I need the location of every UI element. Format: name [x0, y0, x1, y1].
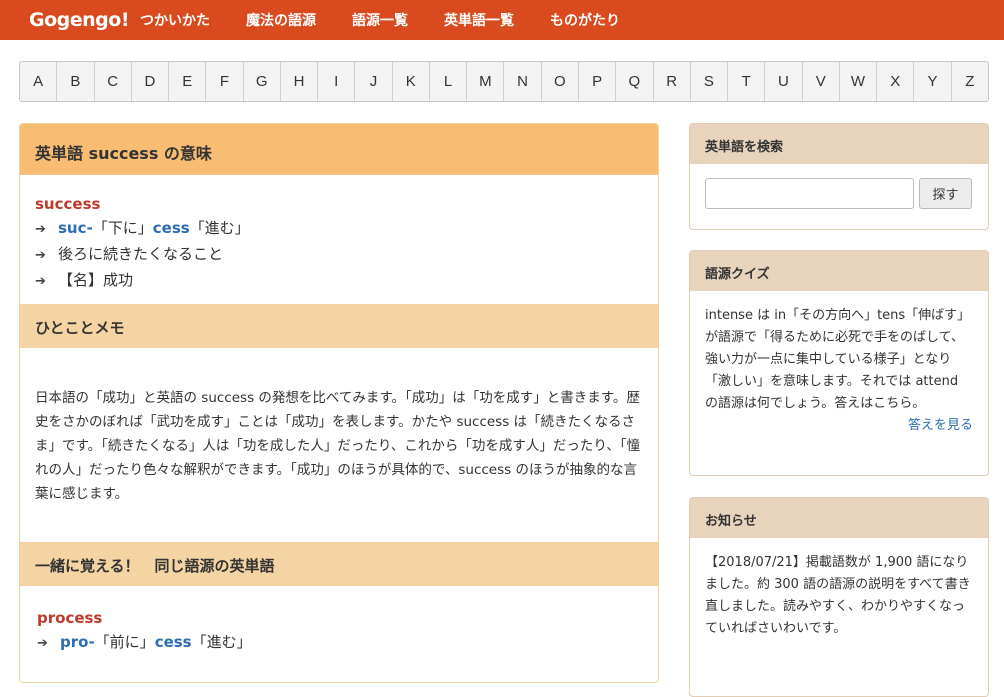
- alphabet-letter[interactable]: N: [504, 62, 542, 101]
- alphabet-letter[interactable]: W: [840, 62, 878, 101]
- arrow-right-icon: ➔: [37, 636, 48, 651]
- alphabet-letter[interactable]: S: [691, 62, 729, 101]
- nav-link-stories[interactable]: ものがたり: [550, 10, 620, 30]
- news-box: お知らせ 【2018/07/21】掲載語数が 1,900 語になりました。約 3…: [689, 497, 989, 697]
- alphabet-letter[interactable]: B: [57, 62, 95, 101]
- quiz-heading: 語源クイズ: [690, 251, 988, 291]
- quiz-answer-link[interactable]: 答えを見る: [705, 415, 973, 437]
- search-form: 探す: [690, 164, 988, 223]
- related-stem-link[interactable]: cess: [155, 633, 192, 651]
- alphabet-letter[interactable]: R: [654, 62, 691, 101]
- alphabet-letter[interactable]: D: [132, 62, 170, 101]
- alphabet-letter[interactable]: H: [281, 62, 319, 101]
- definition-line: ➔ 【名】成功: [35, 268, 643, 294]
- quiz-box: 語源クイズ intense は in「その方向へ」tens「伸ばす」が語源で「得…: [689, 250, 989, 476]
- quiz-content: intense は in「その方向へ」tens「伸ばす」が語源で「得るために必死…: [690, 291, 988, 447]
- related-etymology-line: ➔ pro-「前に」cess「進む」: [37, 630, 641, 656]
- etymology-line: ➔ suc-「下に」cess「進む」: [35, 216, 643, 242]
- alphabet-letter[interactable]: U: [765, 62, 803, 101]
- alphabet-letter[interactable]: Z: [952, 62, 988, 101]
- related-word-link[interactable]: process: [37, 606, 641, 630]
- alphabet-letter[interactable]: O: [542, 62, 579, 101]
- alphabet-letter[interactable]: F: [206, 62, 244, 101]
- arrow-right-icon: ➔: [35, 222, 46, 237]
- search-heading: 英単語を検索: [690, 124, 988, 164]
- alphabet-letter[interactable]: I: [318, 62, 356, 101]
- alphabet-letter[interactable]: E: [169, 62, 207, 101]
- same-root-list: process ➔ pro-「前に」cess「進む」: [20, 586, 658, 656]
- nav-link-word-list[interactable]: 英単語一覧: [444, 10, 514, 30]
- alphabet-letter[interactable]: M: [467, 62, 505, 101]
- same-root-heading: 一緒に覚える！ 同じ語源の英単語: [20, 542, 658, 586]
- meaning-text: 後ろに続きたくなること: [58, 245, 224, 263]
- arrow-right-icon: ➔: [35, 248, 46, 263]
- alphabet-letter[interactable]: Q: [616, 62, 654, 101]
- alphabet-letter[interactable]: A: [20, 62, 58, 101]
- alphabet-letter[interactable]: T: [728, 62, 766, 101]
- alphabet-letter[interactable]: K: [393, 62, 430, 101]
- headword: success: [35, 195, 101, 213]
- related-stem-meaning: 「進む」: [191, 633, 252, 651]
- news-text: 【2018/07/21】掲載語数が 1,900 語になりました。約 300 語の…: [705, 555, 971, 636]
- memo-heading: ひとことメモ: [20, 304, 658, 348]
- search-input[interactable]: [705, 178, 914, 209]
- alphabet-index: A B C D E F G H I J K L M N O P Q R S T …: [19, 61, 989, 102]
- alphabet-letter[interactable]: L: [430, 62, 468, 101]
- stem-link[interactable]: cess: [153, 219, 190, 237]
- memo-text: 日本語の「成功」と英語の success の発想を比べてみます。「成功」は「功を…: [35, 390, 641, 502]
- top-navigation: Gogengo! つかいかた 魔法の語源 語源一覧 英単語一覧 ものがたり: [0, 0, 1004, 40]
- related-prefix-link[interactable]: pro-: [60, 633, 95, 651]
- alphabet-letter[interactable]: C: [95, 62, 132, 101]
- arrow-right-icon: ➔: [35, 274, 46, 289]
- search-button[interactable]: 探す: [919, 178, 972, 209]
- nav-link-etymology-list[interactable]: 語源一覧: [352, 10, 408, 30]
- nav-link-howto[interactable]: つかいかた: [140, 10, 210, 30]
- alphabet-letter[interactable]: V: [803, 62, 840, 101]
- alphabet-letter[interactable]: P: [579, 62, 617, 101]
- nav-link-magic-etymology[interactable]: 魔法の語源: [246, 10, 316, 30]
- meaning-line: ➔ 後ろに続きたくなること: [35, 242, 643, 268]
- alphabet-letter[interactable]: G: [244, 62, 281, 101]
- prefix-link[interactable]: suc-: [58, 219, 93, 237]
- related-prefix-meaning: 「前に」: [94, 633, 155, 651]
- stem-meaning: 「進む」: [189, 219, 250, 237]
- search-box: 英単語を検索 探す: [689, 123, 989, 230]
- site-logo[interactable]: Gogengo!: [29, 9, 129, 31]
- definition-text: 【名】成功: [58, 271, 134, 289]
- word-detail-panel: 英単語 success の意味 success ➔ suc-「下に」cess「進む…: [19, 123, 659, 683]
- alphabet-letter[interactable]: X: [877, 62, 915, 101]
- alphabet-letter[interactable]: J: [355, 62, 393, 101]
- news-heading: お知らせ: [690, 498, 988, 538]
- page-title: 英単語 success の意味: [20, 124, 658, 175]
- word-definition: success ➔ suc-「下に」cess「進む」 ➔ 後ろに続きたくなること ➔…: [20, 175, 658, 304]
- prefix-meaning: 「下に」: [92, 219, 153, 237]
- nav-links: つかいかた 魔法の語源 語源一覧 英単語一覧 ものがたり: [140, 10, 656, 30]
- quiz-text: intense は in「その方向へ」tens「伸ばす」が語源で「得るために必死…: [705, 308, 971, 411]
- alphabet-letter[interactable]: Y: [914, 62, 952, 101]
